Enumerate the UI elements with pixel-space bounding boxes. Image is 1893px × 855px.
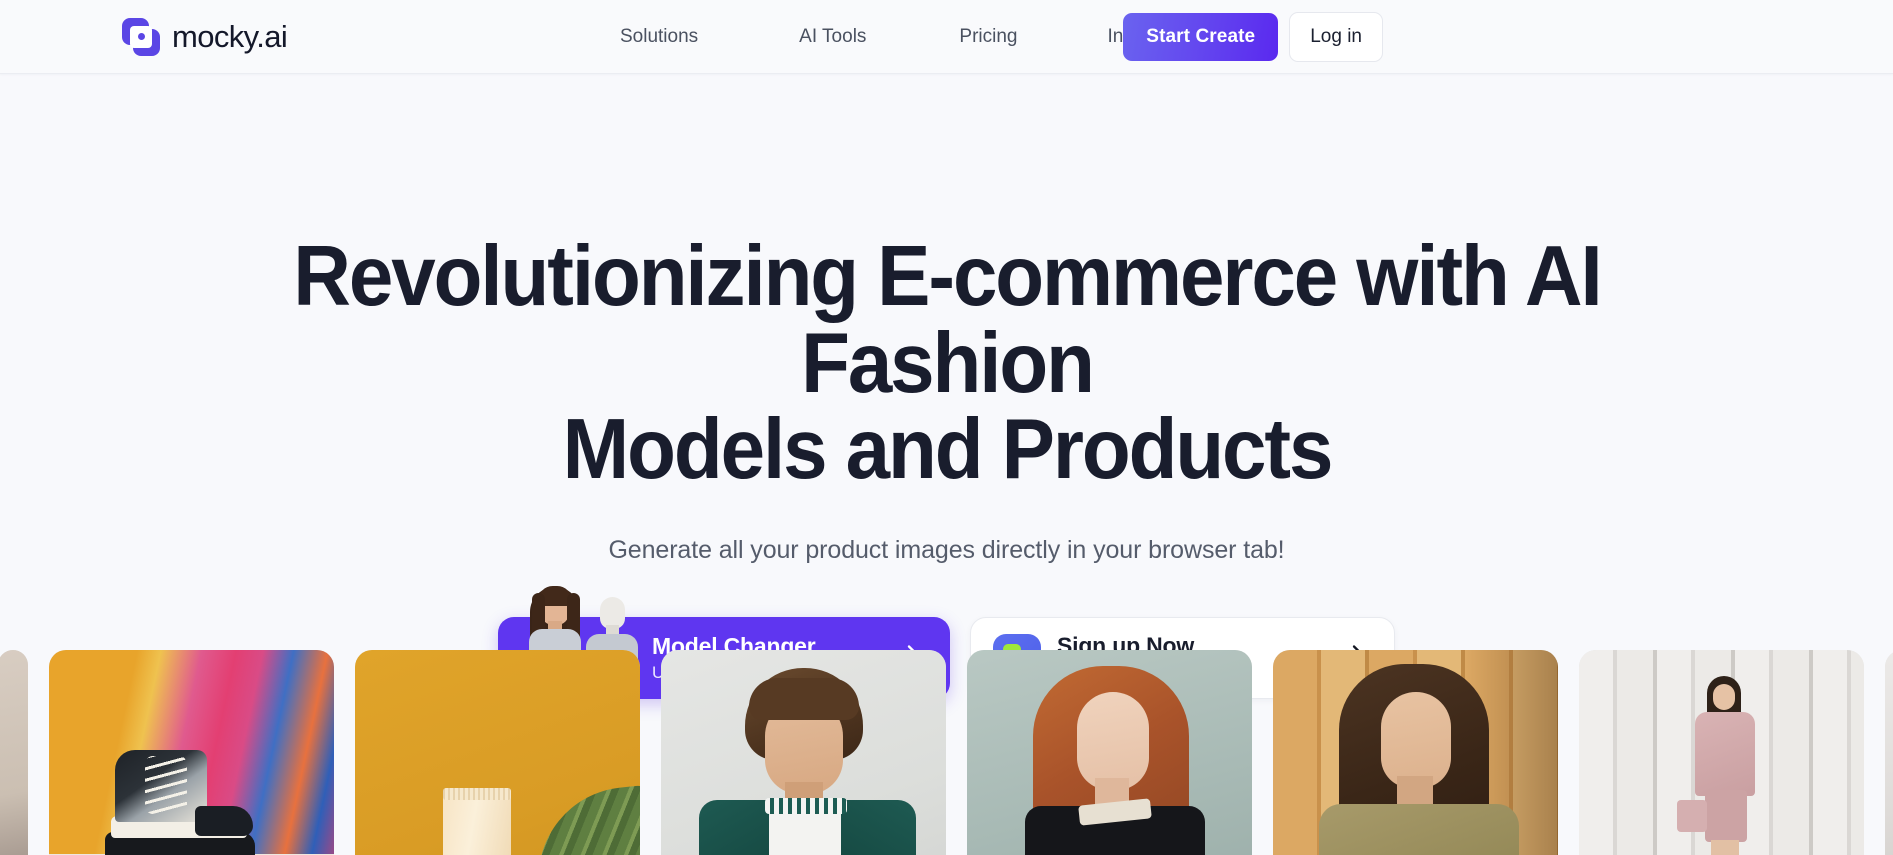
header-actions: Start Create Log in — [1123, 11, 1383, 62]
gallery-tile[interactable] — [0, 650, 28, 855]
page-title: Revolutionizing E-commerce with AI Fashi… — [265, 233, 1628, 498]
main-nav: Solutions AI Tools Pricing Industries — [620, 18, 1190, 56]
hero-subtitle: Generate all your product images directl… — [608, 536, 1285, 565]
nav-item-pricing[interactable]: Pricing — [959, 18, 1017, 56]
log-in-button[interactable]: Log in — [1289, 11, 1383, 62]
brand-logo[interactable]: mocky.ai — [122, 17, 288, 56]
site-header: mocky.ai Solutions AI Tools Pricing Indu… — [0, 0, 1893, 74]
hero-title-line-1: Revolutionizing E-commerce with AI Fashi… — [292, 229, 1602, 411]
gallery-tile[interactable] — [1885, 650, 1893, 855]
gallery-tile[interactable]: SOROMAN — [355, 650, 640, 855]
nav-item-solutions[interactable]: Solutions — [620, 18, 698, 56]
gallery-tile[interactable] — [967, 650, 1252, 855]
hero-section: Revolutionizing E-commerce with AI Fashi… — [0, 74, 1893, 700]
brand-name: mocky.ai — [172, 18, 288, 54]
gallery-tile[interactable] — [661, 650, 946, 855]
showcase-gallery: SOROMAN — [0, 650, 1893, 855]
gallery-tile[interactable] — [1579, 650, 1864, 855]
hero-title-line-2: Models and Products — [562, 402, 1333, 498]
start-create-button[interactable]: Start Create — [1123, 12, 1279, 61]
mocky-logo-icon — [122, 17, 160, 56]
nav-item-ai-tools[interactable]: AI Tools — [799, 18, 866, 56]
gallery-tile[interactable] — [1273, 650, 1558, 855]
gallery-tile[interactable] — [49, 650, 334, 855]
